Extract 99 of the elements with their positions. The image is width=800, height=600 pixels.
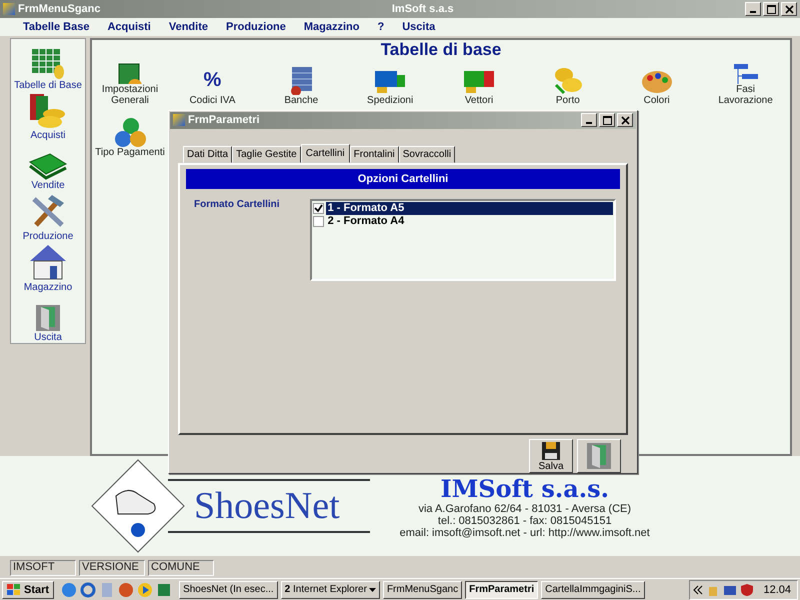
tile-item[interactable]: Spedizioni — [346, 62, 435, 106]
list-item[interactable]: 1 - Formato A5 — [326, 202, 613, 215]
status-panel: VERSIONE — [79, 560, 145, 576]
status-panel: IMSOFT — [10, 560, 76, 576]
sidebar-label: Uscita — [34, 332, 62, 343]
section-title: Tabelle di base — [380, 40, 502, 61]
taskbar-button[interactable]: FrmMenuSganc — [382, 580, 462, 598]
menu-item[interactable]: ? — [368, 21, 394, 33]
maximize-icon — [766, 4, 776, 14]
tab[interactable]: Frontalini — [350, 146, 399, 163]
minimize-icon — [586, 122, 592, 124]
tile-item[interactable]: Impostazioni Generali — [92, 62, 168, 106]
play-icon[interactable] — [137, 582, 154, 598]
sidebar-item[interactable]: Magazzino — [24, 242, 72, 293]
taskbar-button[interactable]: 2 Internet Explorer — [280, 580, 380, 598]
shield-icon[interactable] — [740, 582, 754, 596]
house-icon — [28, 242, 68, 282]
close-button[interactable] — [617, 113, 633, 128]
checkbox[interactable] — [312, 216, 324, 227]
browser-icon[interactable] — [61, 582, 78, 598]
taskbar-button[interactable]: ShoesNet (In esec... — [179, 580, 278, 598]
tile-item[interactable]: Banche — [256, 62, 346, 106]
windows-logo-icon — [7, 584, 21, 596]
sidebar-label: Magazzino — [24, 282, 72, 293]
tile-label: Codici IVA — [189, 95, 236, 106]
window-title: FrmMenuSganc — [18, 3, 101, 15]
menu-item[interactable]: Acquisti — [98, 21, 160, 33]
list-item[interactable]: 2 - Formato A4 — [326, 214, 613, 228]
coins-icon — [28, 92, 68, 130]
maximize-icon — [602, 116, 612, 125]
minimize-button[interactable] — [581, 113, 597, 128]
tile-item[interactable]: Porto — [523, 62, 612, 106]
status-panel: COMUNE — [148, 560, 214, 576]
sidebar-item[interactable]: Vendite — [28, 141, 68, 191]
window-caption: ImSoft s.a.s — [390, 3, 455, 15]
section-header: Opzioni Cartellini — [186, 168, 620, 189]
tile-item[interactable]: Colori — [612, 62, 702, 106]
menu-item[interactable]: Uscita — [393, 21, 444, 33]
sidebar-label: Produzione — [22, 231, 74, 242]
address-text: via A.Garofano 62/64 - 81031 - Aversa (CE) — [418, 502, 632, 514]
exit-button[interactable] — [577, 439, 621, 473]
company-name: IMSoft s.a.s. — [440, 474, 610, 502]
product-logo: ShoesNet — [194, 485, 340, 527]
sidebar-label: Acquisti — [30, 130, 66, 141]
sidebar-label: Tabelle di Base — [14, 80, 82, 91]
spreadsheet-icon[interactable] — [156, 582, 172, 598]
tile-item[interactable]: % Codici IVA — [168, 62, 257, 106]
caret-icon[interactable] — [368, 588, 376, 592]
menu-item[interactable]: Tabelle Base — [14, 21, 98, 33]
menu-item[interactable]: Vendite — [160, 21, 217, 33]
palette-icon — [640, 69, 674, 95]
tile-label: Porto — [556, 95, 580, 106]
sidebar-item[interactable]: Acquisti — [28, 91, 68, 141]
tab[interactable]: Taglie Gestite — [232, 146, 301, 163]
checkbox[interactable] — [312, 202, 324, 214]
minimize-icon — [750, 11, 756, 13]
close-button[interactable] — [781, 2, 797, 16]
tab[interactable]: Cartellini — [300, 144, 350, 163]
tile-label: Tipo Pagamenti — [95, 147, 165, 158]
taskbar-button[interactable]: CartellaImmgaginiS... — [541, 580, 645, 598]
save-button[interactable]: Salva — [529, 439, 573, 473]
menu-item[interactable]: Magazzino — [294, 21, 368, 33]
close-icon — [784, 4, 794, 14]
clock: 12.04 — [763, 584, 791, 596]
field-label: Formato Cartellini — [194, 198, 280, 212]
tile-label: Spedizioni — [367, 95, 414, 106]
table-icon — [30, 46, 65, 80]
percent-icon: % — [204, 65, 222, 95]
chevron-icon[interactable] — [693, 584, 704, 594]
start-button[interactable]: Start — [2, 580, 54, 598]
dialog-title: FrmParametri — [188, 114, 260, 126]
sidebar-label: Vendite — [31, 180, 65, 191]
taskbar-button[interactable]: FrmParametri — [465, 580, 538, 598]
app-icon — [173, 114, 185, 126]
close-icon — [620, 116, 630, 125]
door-icon — [34, 304, 61, 332]
menu-item[interactable]: Produzione — [216, 21, 295, 33]
tile-item[interactable]: Tipo Pagamenti — [92, 114, 168, 158]
tile-label: Impostazioni Generali — [100, 84, 160, 106]
tile-label: Vettori — [464, 95, 494, 106]
tab[interactable]: Sovraccolli — [398, 146, 456, 163]
phone-text: tel.: 0815032861 - fax: 0815045151 — [438, 514, 612, 526]
tile-label: Banche — [284, 95, 318, 106]
maximize-button[interactable] — [763, 2, 779, 16]
sidebar-item[interactable]: Uscita — [34, 293, 62, 343]
contact-text: email: imsoft@imsoft.net - url: http://www.imsoft.net — [400, 526, 650, 538]
tile-label: Colori — [644, 95, 670, 106]
sidebar-item[interactable]: Tabelle di Base — [14, 41, 82, 91]
tab[interactable]: Dati Ditta — [183, 146, 232, 163]
minimize-button[interactable] — [745, 2, 761, 16]
hierarchy-icon — [732, 62, 760, 84]
sidebar-item[interactable]: Produzione — [22, 191, 74, 242]
tile-item[interactable]: Vettori — [434, 62, 524, 106]
maximize-button[interactable] — [599, 113, 615, 128]
currency-coins-icon — [113, 117, 147, 147]
app-icon — [3, 3, 15, 15]
door-icon — [586, 442, 612, 470]
tile-label: Fasi Lavorazione — [717, 84, 774, 106]
tile-item[interactable]: Fasi Lavorazione — [701, 62, 790, 106]
